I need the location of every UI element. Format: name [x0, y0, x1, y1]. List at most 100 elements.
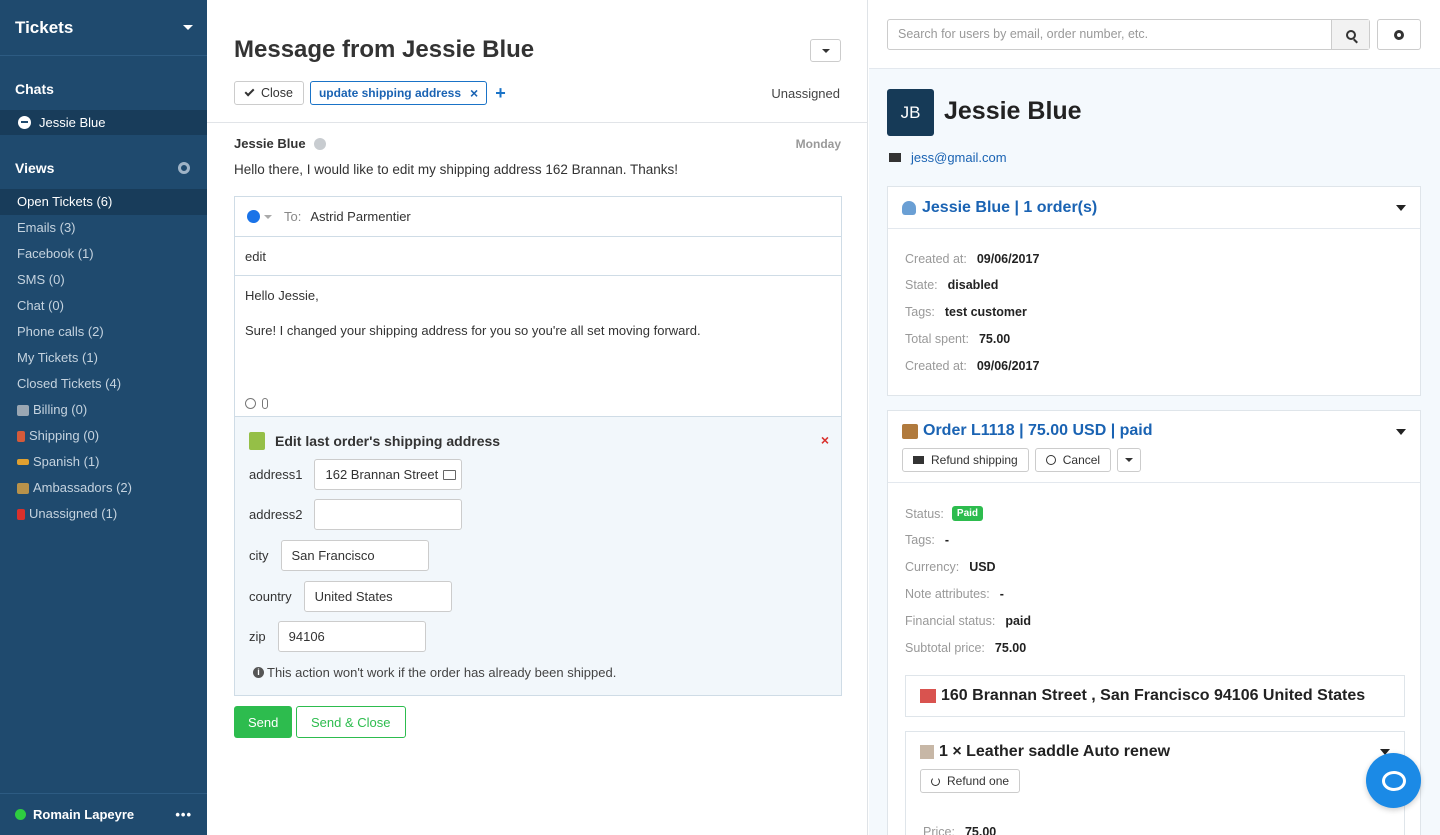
customer-summary-header[interactable]: Jessie Blue | 1 order(s): [888, 187, 1420, 229]
button-label: Cancel: [1062, 453, 1101, 467]
close-icon[interactable]: ×: [821, 432, 829, 448]
view-sms[interactable]: SMS (0): [0, 267, 207, 293]
search-input[interactable]: Search for users by email, order number,…: [888, 20, 1331, 49]
view-label: Phone calls (2): [17, 324, 104, 339]
view-spanish[interactable]: Spanish (1): [0, 449, 207, 475]
line-item-box: 1 × Leather saddle Auto renew Refund one…: [905, 731, 1405, 835]
customer-search[interactable]: Search for users by email, order number,…: [887, 19, 1370, 50]
views-label: Views: [15, 160, 55, 176]
remove-tag-icon[interactable]: ×: [470, 85, 478, 101]
view-ambassadors[interactable]: Ambassadors (2): [0, 475, 207, 501]
current-user[interactable]: Romain Lapeyre: [15, 807, 134, 822]
address2-input[interactable]: [314, 499, 463, 530]
add-tag-button[interactable]: +: [495, 83, 506, 104]
order-more-button[interactable]: [1117, 448, 1142, 472]
search-button[interactable]: [1331, 20, 1369, 49]
gear-icon[interactable]: [178, 162, 190, 174]
address2-row: address2: [249, 499, 463, 530]
item-price: Price: 75.00: [923, 825, 996, 835]
customer-search-bar: Search for users by email, order number,…: [869, 0, 1440, 69]
view-open-tickets[interactable]: Open Tickets (6): [0, 189, 207, 215]
emoji-icon[interactable]: [245, 398, 256, 409]
reply-body[interactable]: Hello Jessie, Sure! I changed your shipp…: [235, 276, 841, 417]
sidebar-title: Tickets: [15, 17, 74, 37]
view-label: Facebook (1): [17, 246, 94, 261]
address1-input[interactable]: 162 Brannan Street: [314, 459, 463, 490]
ticket-menu-button[interactable]: [810, 39, 841, 62]
customer-email[interactable]: jess@gmail.com: [889, 150, 1007, 165]
messenger-icon: [18, 116, 31, 129]
view-emails[interactable]: Emails (3): [0, 215, 207, 241]
country-row: country United States: [249, 581, 452, 612]
caret-down-icon[interactable]: [1396, 205, 1406, 211]
caret-down-icon[interactable]: [1396, 429, 1406, 435]
views-header: Views: [0, 158, 207, 178]
send-and-close-button[interactable]: Send & Close: [296, 706, 406, 738]
city-input[interactable]: San Francisco: [280, 540, 429, 571]
caret-down-icon: [1125, 458, 1134, 462]
kv-label: State:: [905, 278, 938, 292]
shipping-address-form: Edit last order's shipping address × add…: [235, 417, 841, 695]
field-value: 162 Brannan Street: [325, 467, 439, 482]
view-label: Ambassadors (2): [33, 480, 132, 495]
reply-line: Hello Jessie,: [245, 288, 319, 303]
order-currency: Currency: USD: [905, 560, 996, 574]
kv-label: Created at:: [905, 252, 967, 266]
red-flag-icon: [17, 508, 25, 520]
channel-caret-icon[interactable]: [264, 214, 272, 219]
cancel-order-button[interactable]: Cancel: [1034, 448, 1112, 472]
settings-button[interactable]: [1377, 19, 1421, 50]
tags: Tags: test customer: [905, 305, 1027, 319]
view-facebook[interactable]: Facebook (1): [0, 241, 207, 267]
ticket-tag[interactable]: update shipping address ×: [309, 81, 488, 105]
view-label: Billing (0): [33, 402, 88, 417]
kv-label: Created at:: [905, 359, 967, 373]
people-icon: [17, 482, 29, 494]
view-billing[interactable]: Billing (0): [0, 397, 207, 423]
form-note: i This action won't work if the order has…: [253, 665, 616, 680]
chevron-down-icon[interactable]: [183, 25, 193, 30]
summary-title: Jessie Blue | 1 order(s): [922, 198, 1098, 216]
house-icon: [920, 689, 936, 703]
user-name: Romain Lapeyre: [33, 807, 135, 822]
close-ticket-button[interactable]: Close: [234, 81, 304, 105]
view-closed-tickets[interactable]: Closed Tickets (4): [0, 371, 207, 397]
messenger-channel-icon[interactable]: [247, 210, 260, 223]
view-phone-calls[interactable]: Phone calls (2): [0, 319, 207, 345]
refund-shipping-button[interactable]: Refund shipping: [902, 448, 1029, 472]
package-icon: [902, 423, 918, 439]
total-spent: Total spent: 75.00: [905, 332, 1010, 346]
assignee-dropdown[interactable]: Unassigned: [771, 86, 840, 101]
view-shipping[interactable]: Shipping (0): [0, 423, 207, 449]
view-my-tickets[interactable]: My Tickets (1): [0, 345, 207, 371]
ticket-actions: Close update shipping address × +: [234, 81, 506, 105]
order-title[interactable]: Order L1118 | 75.00 USD | paid: [902, 422, 1153, 440]
zip-input[interactable]: 94106: [277, 621, 426, 652]
person-icon: [902, 200, 916, 215]
zip-row: zip 94106: [249, 621, 426, 652]
country-input[interactable]: United States: [303, 581, 452, 612]
field-label: address1: [249, 467, 303, 482]
recipient-row[interactable]: To: Astrid Parmentier: [235, 197, 841, 237]
form-title-text: Edit last order's shipping address: [275, 433, 501, 449]
chats-label: Chats: [15, 81, 54, 97]
sidebar-header[interactable]: Tickets: [0, 0, 207, 56]
refund-one-button[interactable]: Refund one: [920, 769, 1021, 793]
chat-widget-button[interactable]: [1366, 753, 1421, 808]
order-header: Order L1118 | 75.00 USD | paid Refund sh…: [888, 411, 1420, 483]
order-status: Status: Paid: [905, 506, 984, 521]
paperclip-icon[interactable]: [262, 398, 268, 409]
view-unassigned[interactable]: Unassigned (1): [0, 501, 207, 527]
field-label: zip: [249, 629, 266, 644]
more-icon[interactable]: •••: [175, 807, 192, 822]
send-button[interactable]: Send: [234, 706, 293, 738]
check-icon: [244, 86, 255, 97]
view-label: Spanish (1): [33, 454, 100, 469]
status-badge: Paid: [951, 506, 984, 521]
recipient: Astrid Parmentier: [310, 209, 411, 224]
subject-field[interactable]: edit: [235, 237, 841, 276]
view-chat[interactable]: Chat (0): [0, 293, 207, 319]
button-label: Refund shipping: [931, 453, 1018, 467]
ticket-title: Message from Jessie Blue: [234, 36, 535, 63]
chat-item[interactable]: Jessie Blue: [0, 110, 207, 135]
